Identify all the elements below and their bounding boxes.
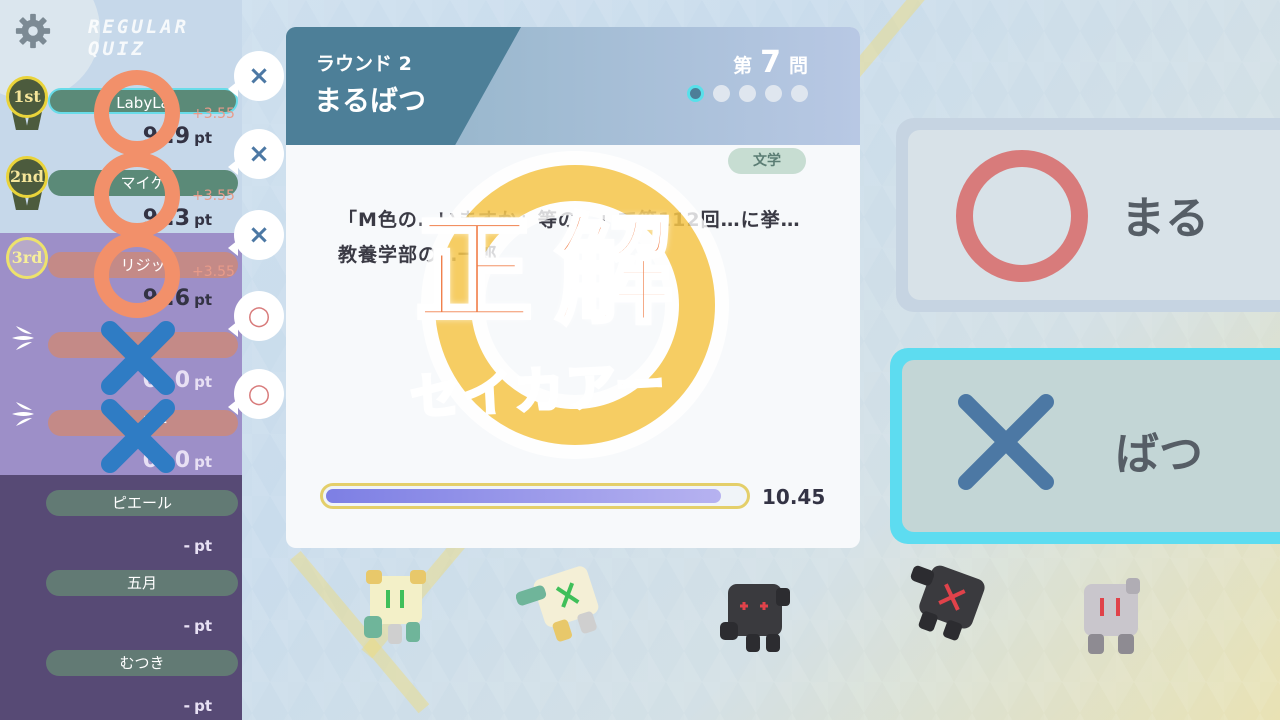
rank-label: 3rd — [6, 237, 48, 279]
correct-banner: 正解 — [413, 202, 696, 340]
correct-circle-icon — [94, 232, 180, 318]
wrong-cross-icon — [101, 399, 175, 473]
answer-batsu-button[interactable]: ばつ — [890, 348, 1280, 544]
round-title: まるばつ — [314, 84, 427, 117]
player-answer-bubble: × — [228, 210, 284, 260]
cross-icon — [958, 394, 1054, 490]
rank-label: 1st — [6, 76, 48, 118]
bonus-points: +3.55 — [192, 106, 235, 122]
correct-player-name: セイカアー — [407, 354, 670, 428]
circle-icon — [956, 150, 1088, 282]
round-label: ラウンド 2 — [316, 53, 412, 75]
logo-line2: QUIZ — [88, 38, 146, 60]
robot-character — [364, 570, 426, 644]
player-score: - pt — [183, 616, 212, 635]
answer-symbol: × — [248, 220, 270, 250]
wrong-cross-icon — [101, 321, 175, 395]
player-score: - pt — [183, 536, 212, 555]
bonus-points: +3.55 — [192, 188, 235, 204]
correct-circle-icon — [94, 70, 180, 156]
progress-dot — [791, 85, 808, 102]
player-answer-bubble: ○ — [228, 291, 284, 341]
logo-line1: REGULAR — [88, 16, 190, 38]
medal-2nd: 2nd — [6, 156, 48, 212]
robot-character — [720, 584, 790, 652]
timer-value: 10.45 — [762, 485, 826, 509]
player-name: 五月 — [126, 574, 157, 592]
gear-icon[interactable] — [14, 12, 52, 50]
timer-fill — [326, 489, 721, 503]
robot-character — [1084, 578, 1140, 654]
progress-dot — [687, 85, 704, 102]
rank-label: 2nd — [6, 156, 48, 198]
genre-badge: 文学 — [728, 148, 806, 174]
timer-bar — [320, 483, 750, 509]
progress-dot — [765, 85, 782, 102]
progress-dot — [739, 85, 756, 102]
question-number: 第7問 — [733, 45, 808, 80]
player-name: ピエール — [111, 494, 172, 512]
robot-character — [910, 565, 985, 641]
splash-icon — [12, 402, 34, 426]
player-name-pill: ピエール — [46, 490, 238, 516]
answer-label: ばつ — [1115, 429, 1203, 480]
game-logo: REGULAR QUIZ — [88, 16, 189, 60]
player-name-pill: むつき — [46, 650, 238, 676]
question-progress-dots — [687, 85, 808, 102]
player-answer-bubble: × — [228, 51, 284, 101]
answer-symbol: × — [248, 61, 270, 91]
answer-label: まる — [1121, 193, 1209, 244]
bonus-points: +3.55 — [192, 264, 235, 280]
splash-icon — [12, 326, 34, 350]
player-answer-bubble: × — [228, 129, 284, 179]
progress-dot — [713, 85, 730, 102]
medal-1st: 1st — [6, 76, 48, 132]
player-name-pill: 五月 — [46, 570, 238, 596]
correct-circle-icon — [94, 152, 180, 238]
medal-3rd: 3rd — [6, 237, 48, 293]
answer-symbol: × — [248, 139, 270, 169]
answer-symbol: ○ — [247, 301, 271, 331]
answer-symbol: ○ — [247, 379, 271, 409]
player-answer-bubble: ○ — [228, 369, 284, 419]
answer-maru-button[interactable]: まる — [896, 118, 1280, 312]
player-name: むつき — [119, 654, 165, 672]
robot-character — [516, 566, 599, 642]
player-score: - pt — [183, 696, 212, 715]
